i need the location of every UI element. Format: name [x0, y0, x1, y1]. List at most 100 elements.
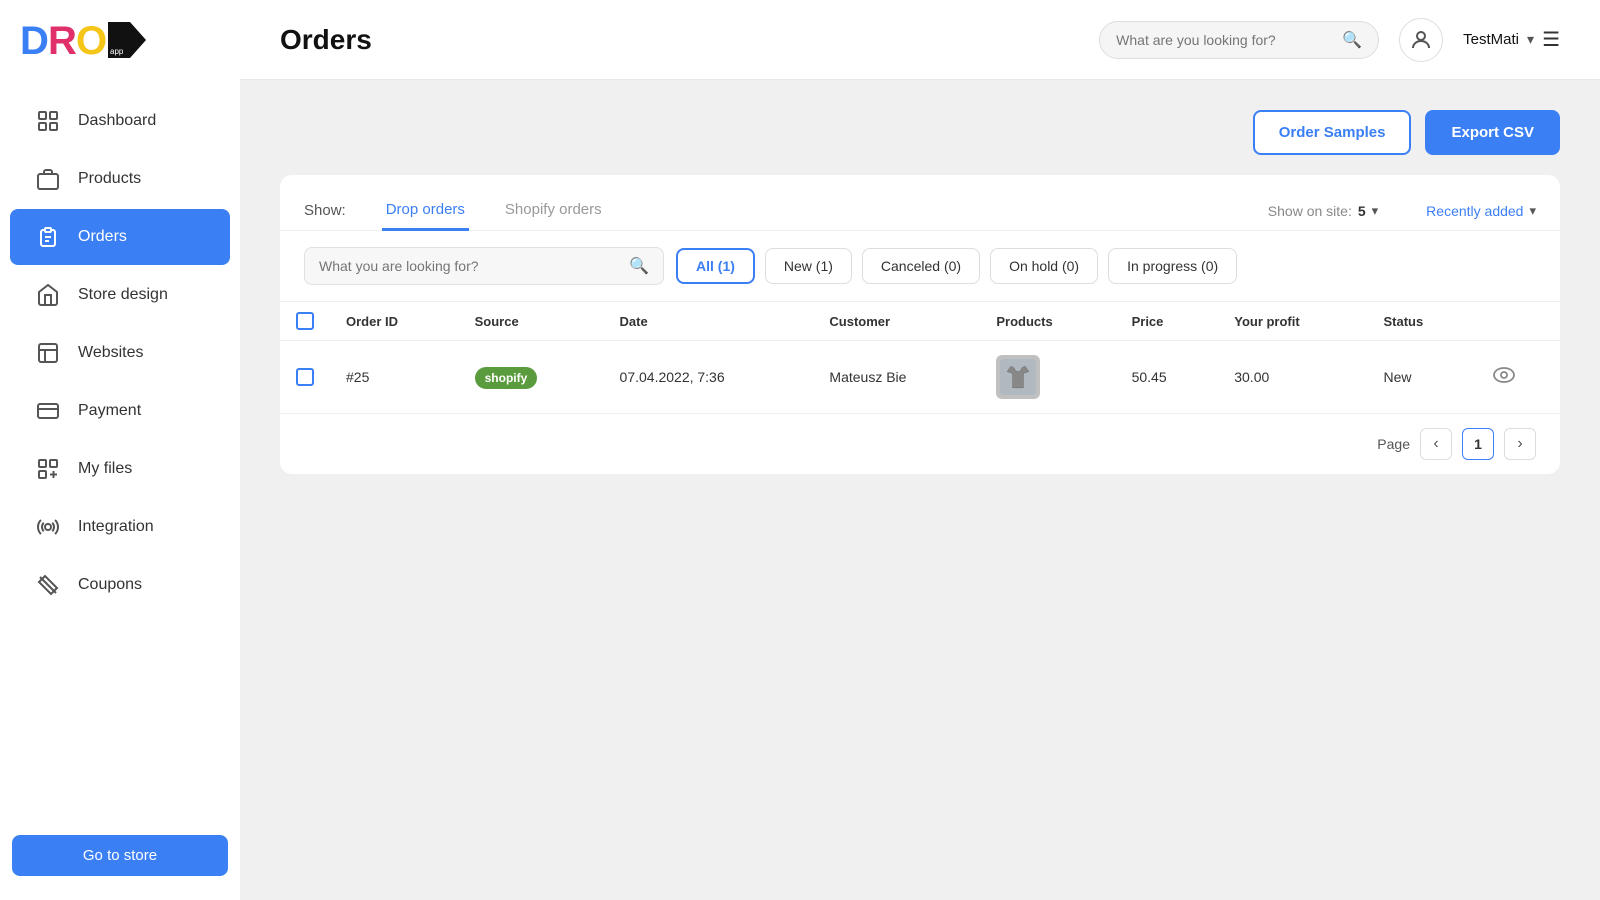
tabs-row: Show: Drop orders Shopify orders Show on… [280, 175, 1560, 231]
chevron-down-icon: ▾ [1527, 31, 1534, 48]
profit-cell: 30.00 [1218, 341, 1367, 414]
orders-icon [34, 223, 62, 251]
table-search-icon: 🔍 [629, 256, 649, 276]
source-cell: shopify [459, 341, 604, 414]
filter-canceled[interactable]: Canceled (0) [862, 248, 980, 284]
customer-cell: Mateusz Bie [813, 341, 980, 414]
export-csv-button[interactable]: Export CSV [1425, 110, 1560, 155]
tab-shopify-orders[interactable]: Shopify orders [501, 191, 606, 231]
filter-bar: 🔍 All (1) New (1) Canceled (0) On hold (… [280, 231, 1560, 301]
page-title: Orders [280, 24, 1079, 56]
user-avatar[interactable] [1399, 18, 1443, 62]
search-box[interactable]: 🔍 [1099, 21, 1379, 59]
sidebar-item-label: Orders [78, 228, 127, 246]
sidebar-item-label: Payment [78, 402, 141, 420]
view-icon[interactable] [1493, 367, 1515, 387]
sidebar-item-my-files[interactable]: My files [10, 441, 230, 497]
sidebar-item-label: Dashboard [78, 112, 156, 130]
table-search[interactable]: 🔍 [304, 247, 664, 285]
row-checkbox[interactable] [296, 368, 314, 386]
col-price: Price [1116, 302, 1219, 341]
sidebar-item-coupons[interactable]: Coupons [10, 557, 230, 613]
orders-table: Order ID Source Date Customer Products P… [280, 301, 1560, 414]
svg-text:O: O [76, 19, 107, 63]
sidebar-item-store-design[interactable]: Store design [10, 267, 230, 323]
next-page-button[interactable]: › [1504, 428, 1536, 460]
dashboard-icon [34, 107, 62, 135]
order-id-cell: #25 [330, 341, 459, 414]
show-on-site-label: Show on site: [1268, 203, 1352, 219]
sidebar-item-label: Coupons [78, 576, 142, 594]
filter-on-hold[interactable]: On hold (0) [990, 248, 1098, 284]
show-on-site-value: 5 [1358, 203, 1366, 219]
status-badge: New [1383, 369, 1411, 385]
sidebar-item-orders[interactable]: Orders [10, 209, 230, 265]
filter-new[interactable]: New (1) [765, 248, 852, 284]
sidebar-item-label: Products [78, 170, 141, 188]
shopify-badge: shopify [475, 367, 538, 389]
col-actions [1477, 302, 1560, 341]
filter-buttons: All (1) New (1) Canceled (0) On hold (0)… [676, 248, 1237, 284]
payment-icon [34, 397, 62, 425]
recently-added-filter[interactable]: Recently added ▾ [1426, 203, 1536, 219]
show-on-site-chevron[interactable]: ▾ [1372, 203, 1379, 219]
my-files-icon [34, 455, 62, 483]
product-thumbnail [996, 355, 1040, 399]
coupons-icon [34, 571, 62, 599]
logo-svg: D R O app [20, 18, 150, 63]
user-menu[interactable]: TestMati ▾ ☰ [1463, 27, 1560, 52]
products-cell [980, 341, 1115, 414]
content-area: Order Samples Export CSV Show: Drop orde… [240, 80, 1600, 900]
sidebar-bottom: Go to store [0, 819, 240, 900]
table-row: #25 shopify 07.04.2022, 7:36 Mateusz Bie [280, 341, 1560, 414]
products-icon [34, 165, 62, 193]
svg-text:R: R [48, 19, 77, 63]
filter-in-progress[interactable]: In progress (0) [1108, 248, 1237, 284]
row-checkbox-cell [280, 341, 330, 414]
date-cell: 07.04.2022, 7:36 [604, 341, 814, 414]
username-label: TestMati [1463, 31, 1519, 48]
tab-drop-orders[interactable]: Drop orders [382, 191, 469, 231]
show-on-site: Show on site: 5 ▾ [1268, 203, 1378, 219]
orders-card: Show: Drop orders Shopify orders Show on… [280, 175, 1560, 474]
sidebar-nav: Dashboard Products Orders [0, 81, 240, 819]
go-to-store-button[interactable]: Go to store [12, 835, 228, 876]
eye-icon [1493, 367, 1515, 383]
tshirt-icon [1000, 359, 1036, 395]
sidebar-item-dashboard[interactable]: Dashboard [10, 93, 230, 149]
sidebar-item-payment[interactable]: Payment [10, 383, 230, 439]
actions-cell [1477, 341, 1560, 414]
pagination: Page ‹ 1 › [280, 414, 1560, 474]
integration-icon [34, 513, 62, 541]
hamburger-icon[interactable]: ☰ [1542, 27, 1560, 52]
sidebar-item-products[interactable]: Products [10, 151, 230, 207]
logo: D R O app [0, 0, 240, 81]
col-profit: Your profit [1218, 302, 1367, 341]
svg-text:app: app [110, 47, 124, 56]
select-all-checkbox[interactable] [296, 312, 314, 330]
sidebar-item-integration[interactable]: Integration [10, 499, 230, 555]
sidebar-item-label: My files [78, 460, 132, 478]
filter-all[interactable]: All (1) [676, 248, 755, 284]
main-content: Orders 🔍 TestMati ▾ ☰ Order Samples Expo… [240, 0, 1600, 900]
sidebar-item-label: Websites [78, 344, 144, 362]
sidebar-item-websites[interactable]: Websites [10, 325, 230, 381]
prev-page-button[interactable]: ‹ [1420, 428, 1452, 460]
table-search-input[interactable] [319, 258, 621, 274]
order-samples-button[interactable]: Order Samples [1253, 110, 1412, 155]
avatar-icon [1409, 28, 1433, 52]
store-design-icon [34, 281, 62, 309]
show-label: Show: [304, 202, 346, 219]
sidebar-item-label: Integration [78, 518, 154, 536]
col-source: Source [459, 302, 604, 341]
search-icon: 🔍 [1342, 30, 1362, 50]
col-checkbox [280, 302, 330, 341]
search-input[interactable] [1116, 32, 1334, 48]
recently-added-chevron: ▾ [1529, 203, 1536, 219]
col-products: Products [980, 302, 1115, 341]
price-cell: 50.45 [1116, 341, 1219, 414]
websites-icon [34, 339, 62, 367]
col-order-id: Order ID [330, 302, 459, 341]
action-bar: Order Samples Export CSV [280, 110, 1560, 155]
sidebar: D R O app Dashboard [0, 0, 240, 900]
